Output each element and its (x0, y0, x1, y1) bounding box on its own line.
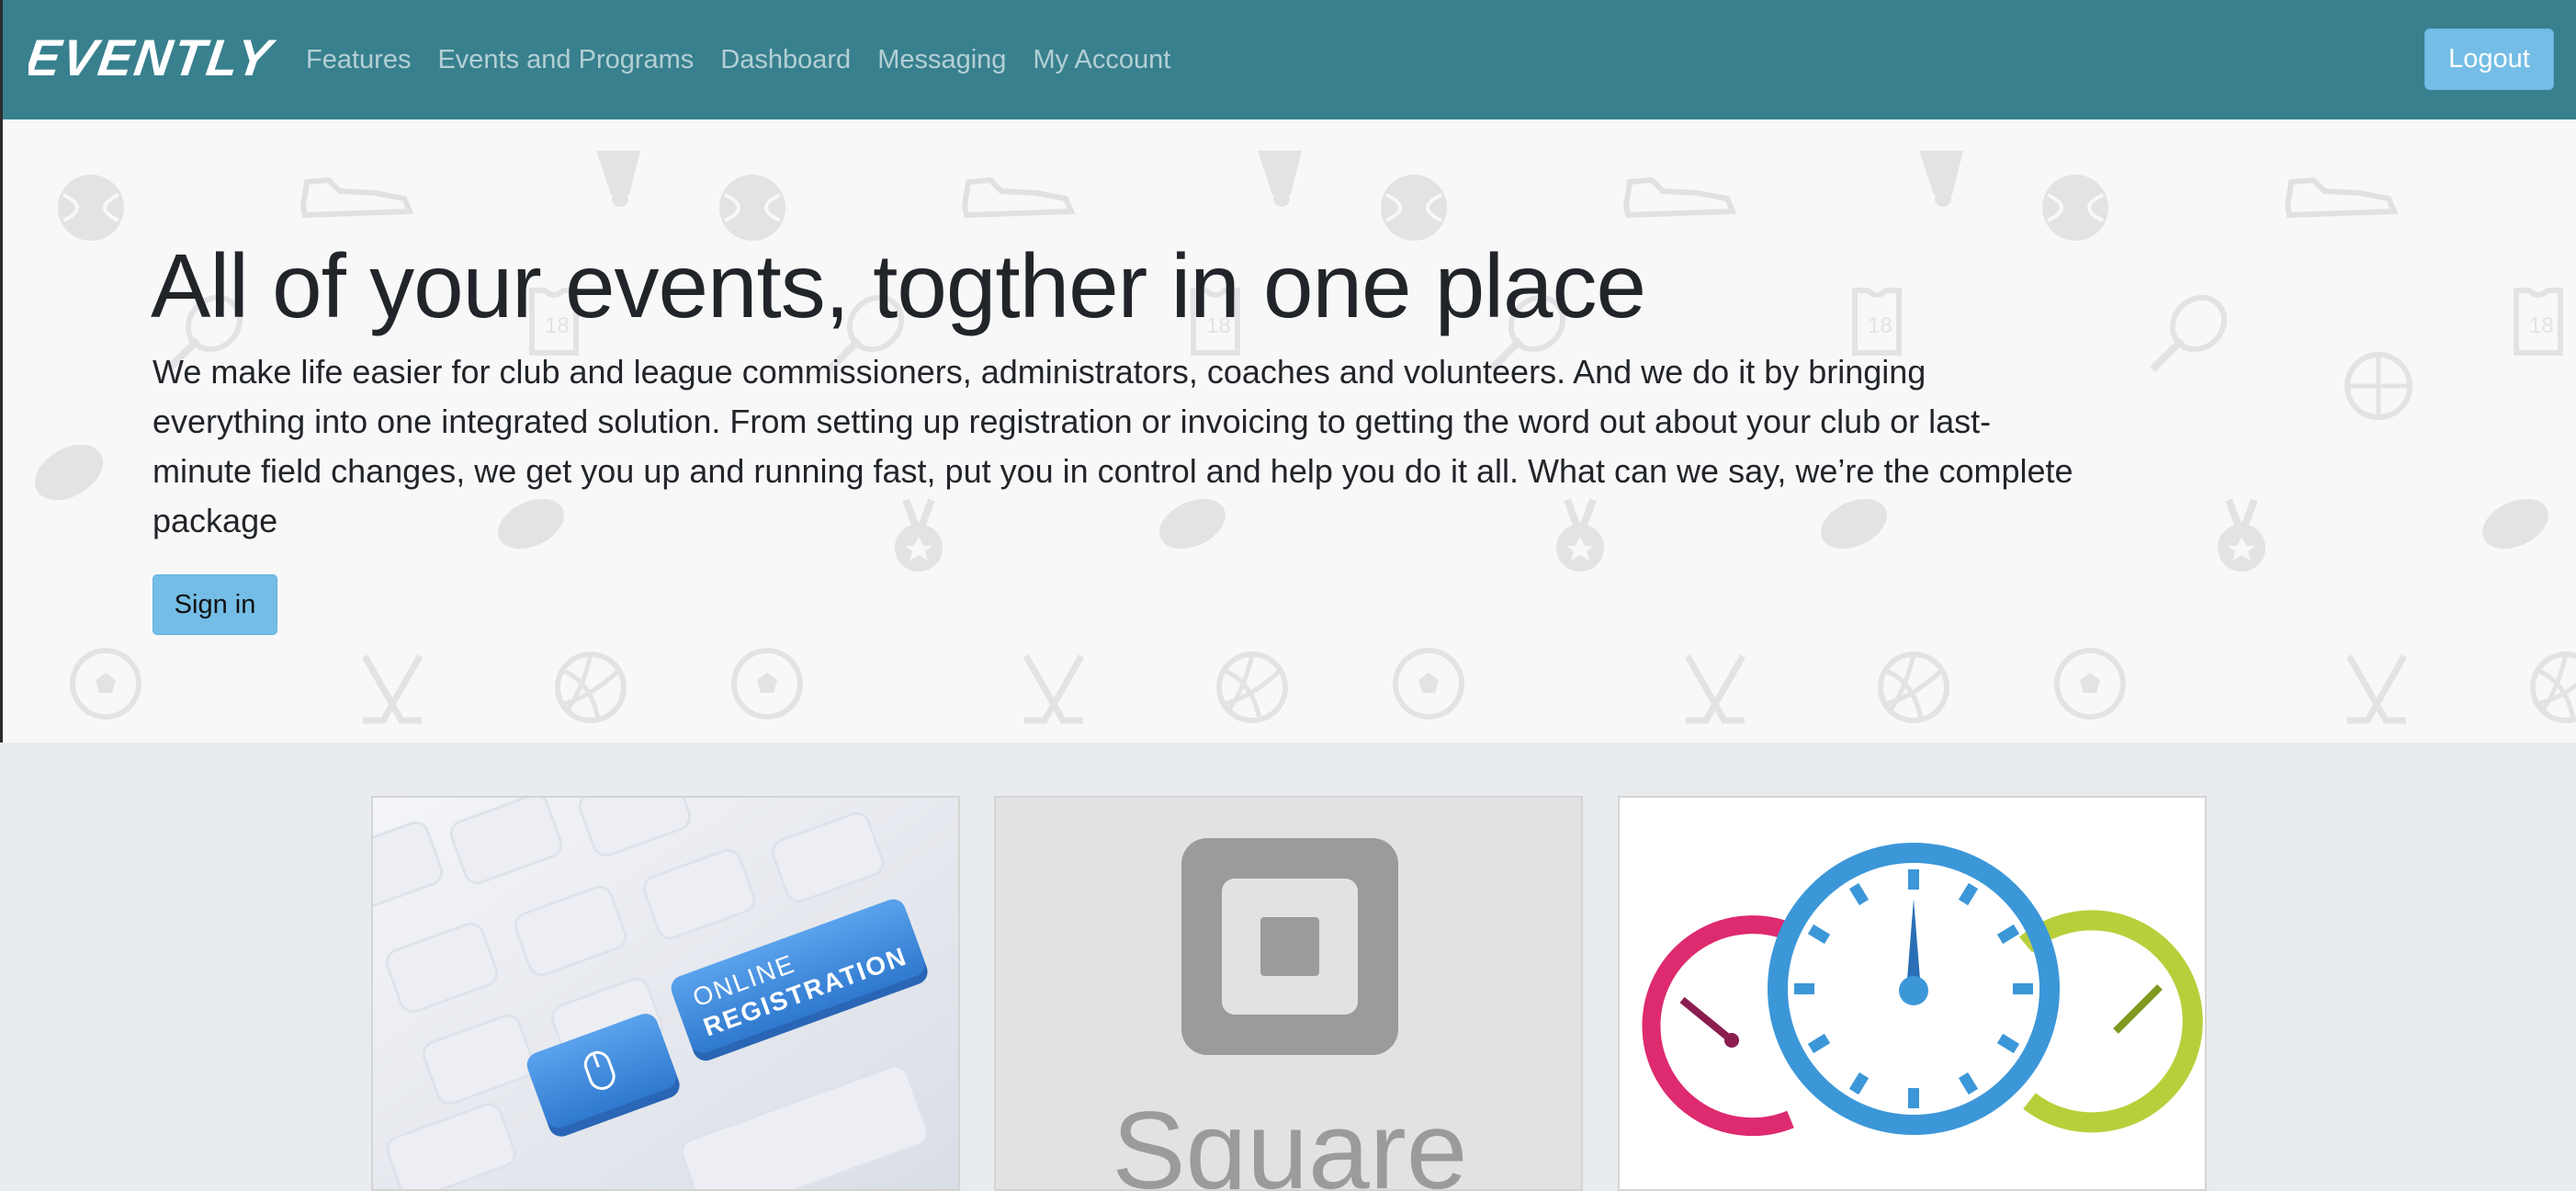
feature-card-online-registration[interactable]: ONLINE REGISTRATION (371, 796, 960, 1191)
hero-description: We make life easier for club and league … (153, 353, 2073, 539)
online-registration-image: ONLINE REGISTRATION (373, 798, 958, 1189)
svg-text:EVENTLY: EVENTLY (28, 29, 277, 85)
nav-link-features[interactable]: Features (306, 45, 411, 75)
speedometer-gauges-image (1620, 798, 2205, 1189)
nav-link-events-and-programs[interactable]: Events and Programs (437, 45, 694, 75)
feature-card-dashboard-gauges[interactable] (1618, 796, 2207, 1191)
nav-link-messaging[interactable]: Messaging (877, 45, 1006, 75)
sign-in-button[interactable]: Sign in (153, 574, 277, 635)
nav-links: Features Events and Programs Dashboard M… (306, 0, 1197, 119)
logout-button[interactable]: Logout (2424, 28, 2554, 90)
hero-title: All of your events, togther in one place (151, 235, 1646, 336)
hero-section: 18 (0, 119, 2576, 743)
top-navbar: EVENTLY Features Events and Programs Das… (0, 0, 2576, 119)
square-logo-image: Square (996, 798, 1581, 1191)
evently-logo[interactable]: EVENTLY (28, 29, 277, 85)
nav-link-dashboard[interactable]: Dashboard (720, 45, 851, 75)
square-logo-text: Square (1113, 1089, 1468, 1191)
nav-link-my-account[interactable]: My Account (1033, 45, 1170, 75)
feature-card-square[interactable]: Square (994, 796, 1583, 1191)
